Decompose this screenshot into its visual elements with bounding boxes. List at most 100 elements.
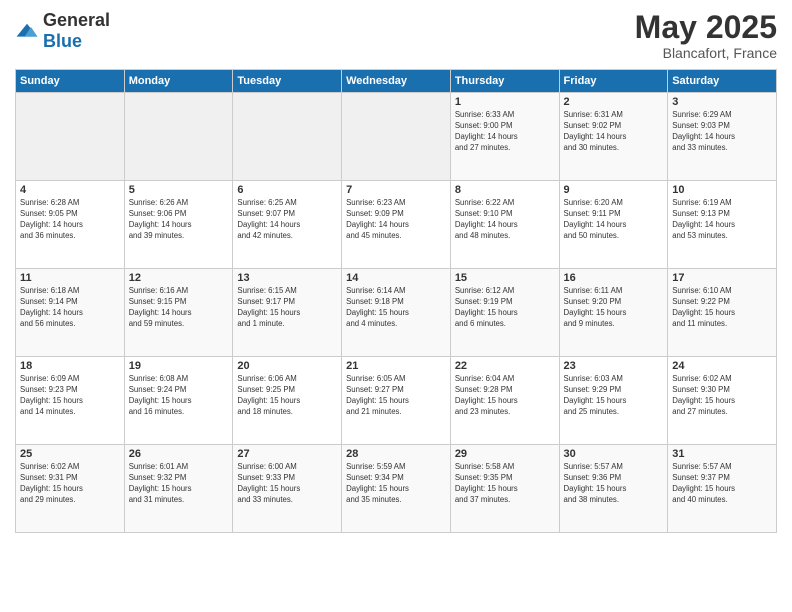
day-number: 10 — [672, 184, 772, 196]
day-info: Sunrise: 6:16 AM Sunset: 9:15 PM Dayligh… — [129, 286, 229, 330]
day-info: Sunrise: 6:04 AM Sunset: 9:28 PM Dayligh… — [455, 374, 555, 418]
calendar-cell: 2Sunrise: 6:31 AM Sunset: 9:02 PM Daylig… — [559, 93, 668, 181]
day-info: Sunrise: 5:57 AM Sunset: 9:36 PM Dayligh… — [564, 462, 664, 506]
logo-general: General — [43, 10, 110, 30]
col-friday: Friday — [559, 70, 668, 93]
calendar-cell: 15Sunrise: 6:12 AM Sunset: 9:19 PM Dayli… — [450, 269, 559, 357]
day-info: Sunrise: 6:11 AM Sunset: 9:20 PM Dayligh… — [564, 286, 664, 330]
day-info: Sunrise: 6:18 AM Sunset: 9:14 PM Dayligh… — [20, 286, 120, 330]
logo-icon — [15, 22, 39, 40]
calendar-cell: 6 Sunrise: 6:25 AM Sunset: 9:07 PM Daylig… — [233, 181, 342, 269]
day-info: Sunrise: 6:08 AM Sunset: 9:24 PM Dayligh… — [129, 374, 229, 418]
calendar-cell — [342, 93, 451, 181]
day-number: 11 — [20, 272, 120, 284]
calendar-cell: 16 Sunrise: 6:11 AM Sunset: 9:20 PM Dayli… — [559, 269, 668, 357]
day-number: 19 — [129, 360, 229, 372]
day-number: 4 — [20, 184, 120, 196]
day-info: Sunrise: 6:33 AM Sunset: 9:00 PM Dayligh… — [455, 110, 555, 154]
day-info: Sunrise: 6:09 AM Sunset: 9:23 PM Dayligh… — [20, 374, 120, 418]
day-number: 7 — [346, 184, 446, 196]
calendar-cell: 5 Sunrise: 6:26 AM Sunset: 9:06 PM Daylig… — [124, 181, 233, 269]
col-wednesday: Wednesday — [342, 70, 451, 93]
calendar-cell: 21 Sunrise: 6:05 AM Sunset: 9:27 PM Dayli… — [342, 357, 451, 445]
calendar-cell: 9Sunrise: 6:20 AM Sunset: 9:11 PM Daylig… — [559, 181, 668, 269]
day-number: 30 — [564, 448, 664, 460]
calendar-cell: 12 Sunrise: 6:16 AM Sunset: 9:15 PM Dayli… — [124, 269, 233, 357]
day-number: 20 — [237, 360, 337, 372]
calendar-cell: 7Sunrise: 6:23 AM Sunset: 9:09 PM Daylig… — [342, 181, 451, 269]
day-number: 12 — [129, 272, 229, 284]
calendar-cell: 22 Sunrise: 6:04 AM Sunset: 9:28 PM Dayli… — [450, 357, 559, 445]
col-thursday: Thursday — [450, 70, 559, 93]
month-title: May 2025 — [635, 10, 777, 45]
day-info: Sunrise: 6:15 AM Sunset: 9:17 PM Dayligh… — [237, 286, 337, 330]
col-tuesday: Tuesday — [233, 70, 342, 93]
day-info: Sunrise: 6:25 AM Sunset: 9:07 PM Dayligh… — [237, 198, 337, 242]
day-info: Sunrise: 6:03 AM Sunset: 9:29 PM Dayligh… — [564, 374, 664, 418]
calendar-week-1: 1 Sunrise: 6:33 AM Sunset: 9:00 PM Daylig… — [16, 93, 777, 181]
day-number: 6 — [237, 184, 337, 196]
col-sunday: Sunday — [16, 70, 125, 93]
day-info: Sunrise: 6:00 AM Sunset: 9:33 PM Dayligh… — [237, 462, 337, 506]
calendar-cell: 19 Sunrise: 6:08 AM Sunset: 9:24 PM Dayli… — [124, 357, 233, 445]
title-block: May 2025 Blancafort, France — [635, 10, 777, 61]
calendar-cell: 31Sunrise: 5:57 AM Sunset: 9:37 PM Dayli… — [668, 445, 777, 533]
day-number: 5 — [129, 184, 229, 196]
day-info: Sunrise: 5:59 AM Sunset: 9:34 PM Dayligh… — [346, 462, 446, 506]
calendar-cell: 8 Sunrise: 6:22 AM Sunset: 9:10 PM Daylig… — [450, 181, 559, 269]
day-number: 28 — [346, 448, 446, 460]
day-number: 17 — [672, 272, 772, 284]
day-number: 29 — [455, 448, 555, 460]
day-info: Sunrise: 6:05 AM Sunset: 9:27 PM Dayligh… — [346, 374, 446, 418]
day-number: 23 — [564, 360, 664, 372]
day-info: Sunrise: 6:01 AM Sunset: 9:32 PM Dayligh… — [129, 462, 229, 506]
day-info: Sunrise: 5:58 AM Sunset: 9:35 PM Dayligh… — [455, 462, 555, 506]
day-number: 8 — [455, 184, 555, 196]
calendar-week-3: 11 Sunrise: 6:18 AM Sunset: 9:14 PM Dayli… — [16, 269, 777, 357]
day-info: Sunrise: 6:26 AM Sunset: 9:06 PM Dayligh… — [129, 198, 229, 242]
day-info: Sunrise: 6:28 AM Sunset: 9:05 PM Dayligh… — [20, 198, 120, 242]
logo-blue: Blue — [43, 31, 82, 51]
calendar-week-4: 18 Sunrise: 6:09 AM Sunset: 9:23 PM Dayli… — [16, 357, 777, 445]
day-number: 2 — [564, 96, 664, 108]
day-number: 21 — [346, 360, 446, 372]
calendar-cell: 13Sunrise: 6:15 AM Sunset: 9:17 PM Dayli… — [233, 269, 342, 357]
location-title: Blancafort, France — [635, 45, 777, 61]
day-info: Sunrise: 6:19 AM Sunset: 9:13 PM Dayligh… — [672, 198, 772, 242]
calendar-cell: 11 Sunrise: 6:18 AM Sunset: 9:14 PM Dayli… — [16, 269, 125, 357]
col-monday: Monday — [124, 70, 233, 93]
calendar-cell: 24Sunrise: 6:02 AM Sunset: 9:30 PM Dayli… — [668, 357, 777, 445]
header: General Blue May 2025 Blancafort, France — [15, 10, 777, 61]
page: General Blue May 2025 Blancafort, France… — [0, 0, 792, 612]
day-number: 16 — [564, 272, 664, 284]
day-number: 1 — [455, 96, 555, 108]
calendar-week-5: 25Sunrise: 6:02 AM Sunset: 9:31 PM Dayli… — [16, 445, 777, 533]
day-info: Sunrise: 6:02 AM Sunset: 9:30 PM Dayligh… — [672, 374, 772, 418]
day-info: Sunrise: 6:12 AM Sunset: 9:19 PM Dayligh… — [455, 286, 555, 330]
day-info: Sunrise: 5:57 AM Sunset: 9:37 PM Dayligh… — [672, 462, 772, 506]
calendar-cell: 23 Sunrise: 6:03 AM Sunset: 9:29 PM Dayli… — [559, 357, 668, 445]
calendar-cell: 10 Sunrise: 6:19 AM Sunset: 9:13 PM Dayli… — [668, 181, 777, 269]
logo-text: General Blue — [43, 10, 110, 52]
day-info: Sunrise: 6:22 AM Sunset: 9:10 PM Dayligh… — [455, 198, 555, 242]
logo: General Blue — [15, 10, 110, 52]
day-info: Sunrise: 6:29 AM Sunset: 9:03 PM Dayligh… — [672, 110, 772, 154]
calendar-cell: 28 Sunrise: 5:59 AM Sunset: 9:34 PM Dayli… — [342, 445, 451, 533]
day-number: 14 — [346, 272, 446, 284]
calendar-cell: 3Sunrise: 6:29 AM Sunset: 9:03 PM Daylig… — [668, 93, 777, 181]
calendar-cell: 20Sunrise: 6:06 AM Sunset: 9:25 PM Dayli… — [233, 357, 342, 445]
col-saturday: Saturday — [668, 70, 777, 93]
day-number: 9 — [564, 184, 664, 196]
day-number: 25 — [20, 448, 120, 460]
calendar-cell: 1 Sunrise: 6:33 AM Sunset: 9:00 PM Daylig… — [450, 93, 559, 181]
day-info: Sunrise: 6:10 AM Sunset: 9:22 PM Dayligh… — [672, 286, 772, 330]
calendar-table: Sunday Monday Tuesday Wednesday Thursday… — [15, 69, 777, 533]
calendar-cell — [124, 93, 233, 181]
day-number: 18 — [20, 360, 120, 372]
calendar-week-2: 4 Sunrise: 6:28 AM Sunset: 9:05 PM Daylig… — [16, 181, 777, 269]
day-info: Sunrise: 6:14 AM Sunset: 9:18 PM Dayligh… — [346, 286, 446, 330]
calendar-cell: 26Sunrise: 6:01 AM Sunset: 9:32 PM Dayli… — [124, 445, 233, 533]
day-number: 22 — [455, 360, 555, 372]
calendar-cell: 17 Sunrise: 6:10 AM Sunset: 9:22 PM Dayli… — [668, 269, 777, 357]
calendar-cell: 4 Sunrise: 6:28 AM Sunset: 9:05 PM Daylig… — [16, 181, 125, 269]
